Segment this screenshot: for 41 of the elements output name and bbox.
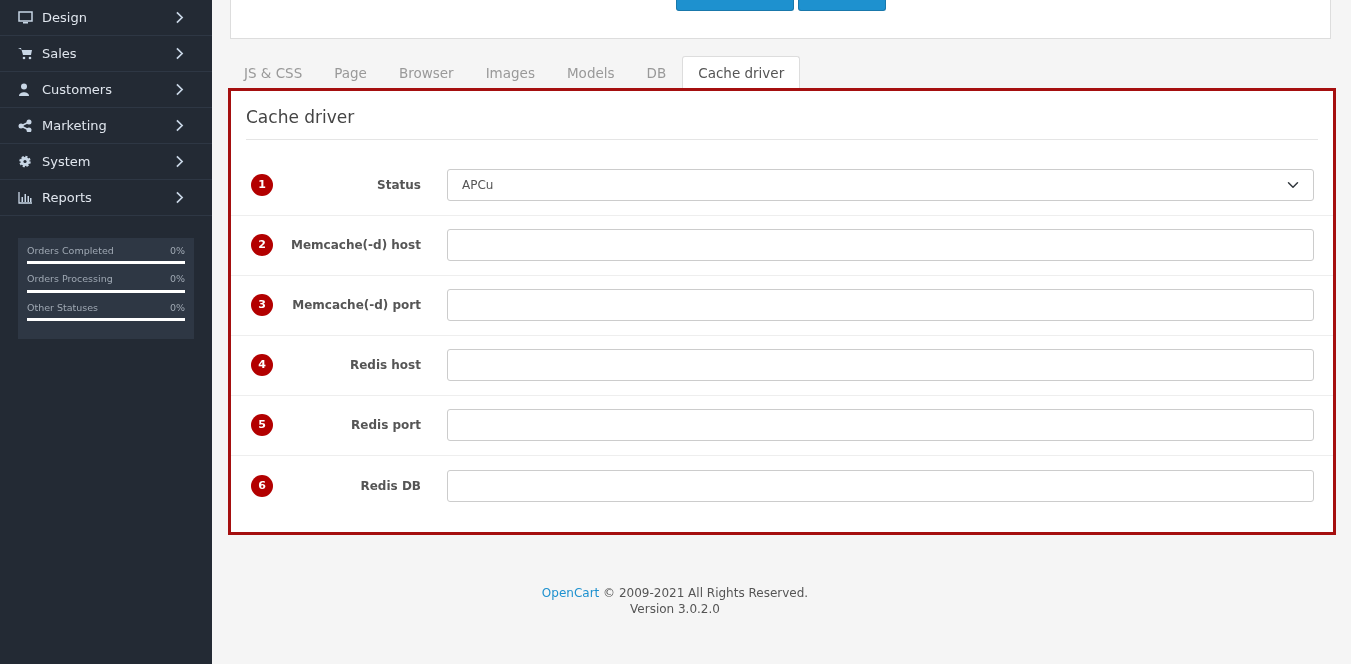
input-field[interactable] [447, 409, 1314, 442]
stat-label: Orders Processing [27, 272, 113, 287]
tab[interactable]: Cache driver [682, 56, 801, 89]
number-marker: 4 [251, 354, 273, 377]
button[interactable] [797, 0, 886, 11]
stat-label: Orders Completed [27, 244, 114, 258]
input-field[interactable] [447, 469, 1314, 502]
field-label: Memcache(-d) host [290, 237, 421, 255]
footer-copyright: OpenCart © 2009-2021 All Rights Reserved. [540, 584, 810, 601]
status-select[interactable]: APCu [447, 169, 1314, 202]
sidebar-menu-item[interactable]: Customers [0, 72, 212, 108]
number-marker: 6 [251, 474, 273, 497]
panel-title: Cache driver [246, 105, 1318, 140]
input-field[interactable] [447, 229, 1314, 262]
footer-version: Version 3.0.2.0 [629, 600, 721, 617]
input-field[interactable] [447, 289, 1314, 322]
sidebar-menu-item[interactable]: Sales [0, 36, 212, 72]
field-label: Redis port [350, 417, 421, 435]
field-label: Redis host [348, 357, 421, 375]
sidebar-menu-item[interactable]: Design [0, 0, 212, 36]
input-field[interactable] [447, 349, 1314, 382]
sidebar-menu-item[interactable]: System [0, 144, 212, 180]
field-label: Redis DB [359, 477, 421, 495]
stat-value: 0% [169, 300, 185, 315]
field-label: Status [376, 177, 421, 195]
sidebar-menu-item[interactable]: Reports [0, 180, 212, 216]
monitor-icon [18, 11, 33, 24]
share-icon [18, 119, 33, 132]
number-marker: 3 [251, 294, 273, 317]
stat-value: 0% [169, 244, 185, 258]
number-marker: 5 [251, 414, 273, 437]
field-label: Memcache(-d) port [291, 297, 421, 315]
bar-chart-icon [18, 191, 33, 204]
cart-icon [18, 47, 33, 60]
gear-icon [18, 155, 33, 168]
stat-value: 0% [169, 272, 185, 287]
number-marker: 1 [251, 174, 273, 197]
number-marker: 2 [251, 234, 273, 257]
button[interactable] [675, 0, 794, 11]
sidebar-menu-item[interactable]: Marketing [0, 108, 212, 144]
stat-label: Other Statuses [27, 300, 99, 315]
